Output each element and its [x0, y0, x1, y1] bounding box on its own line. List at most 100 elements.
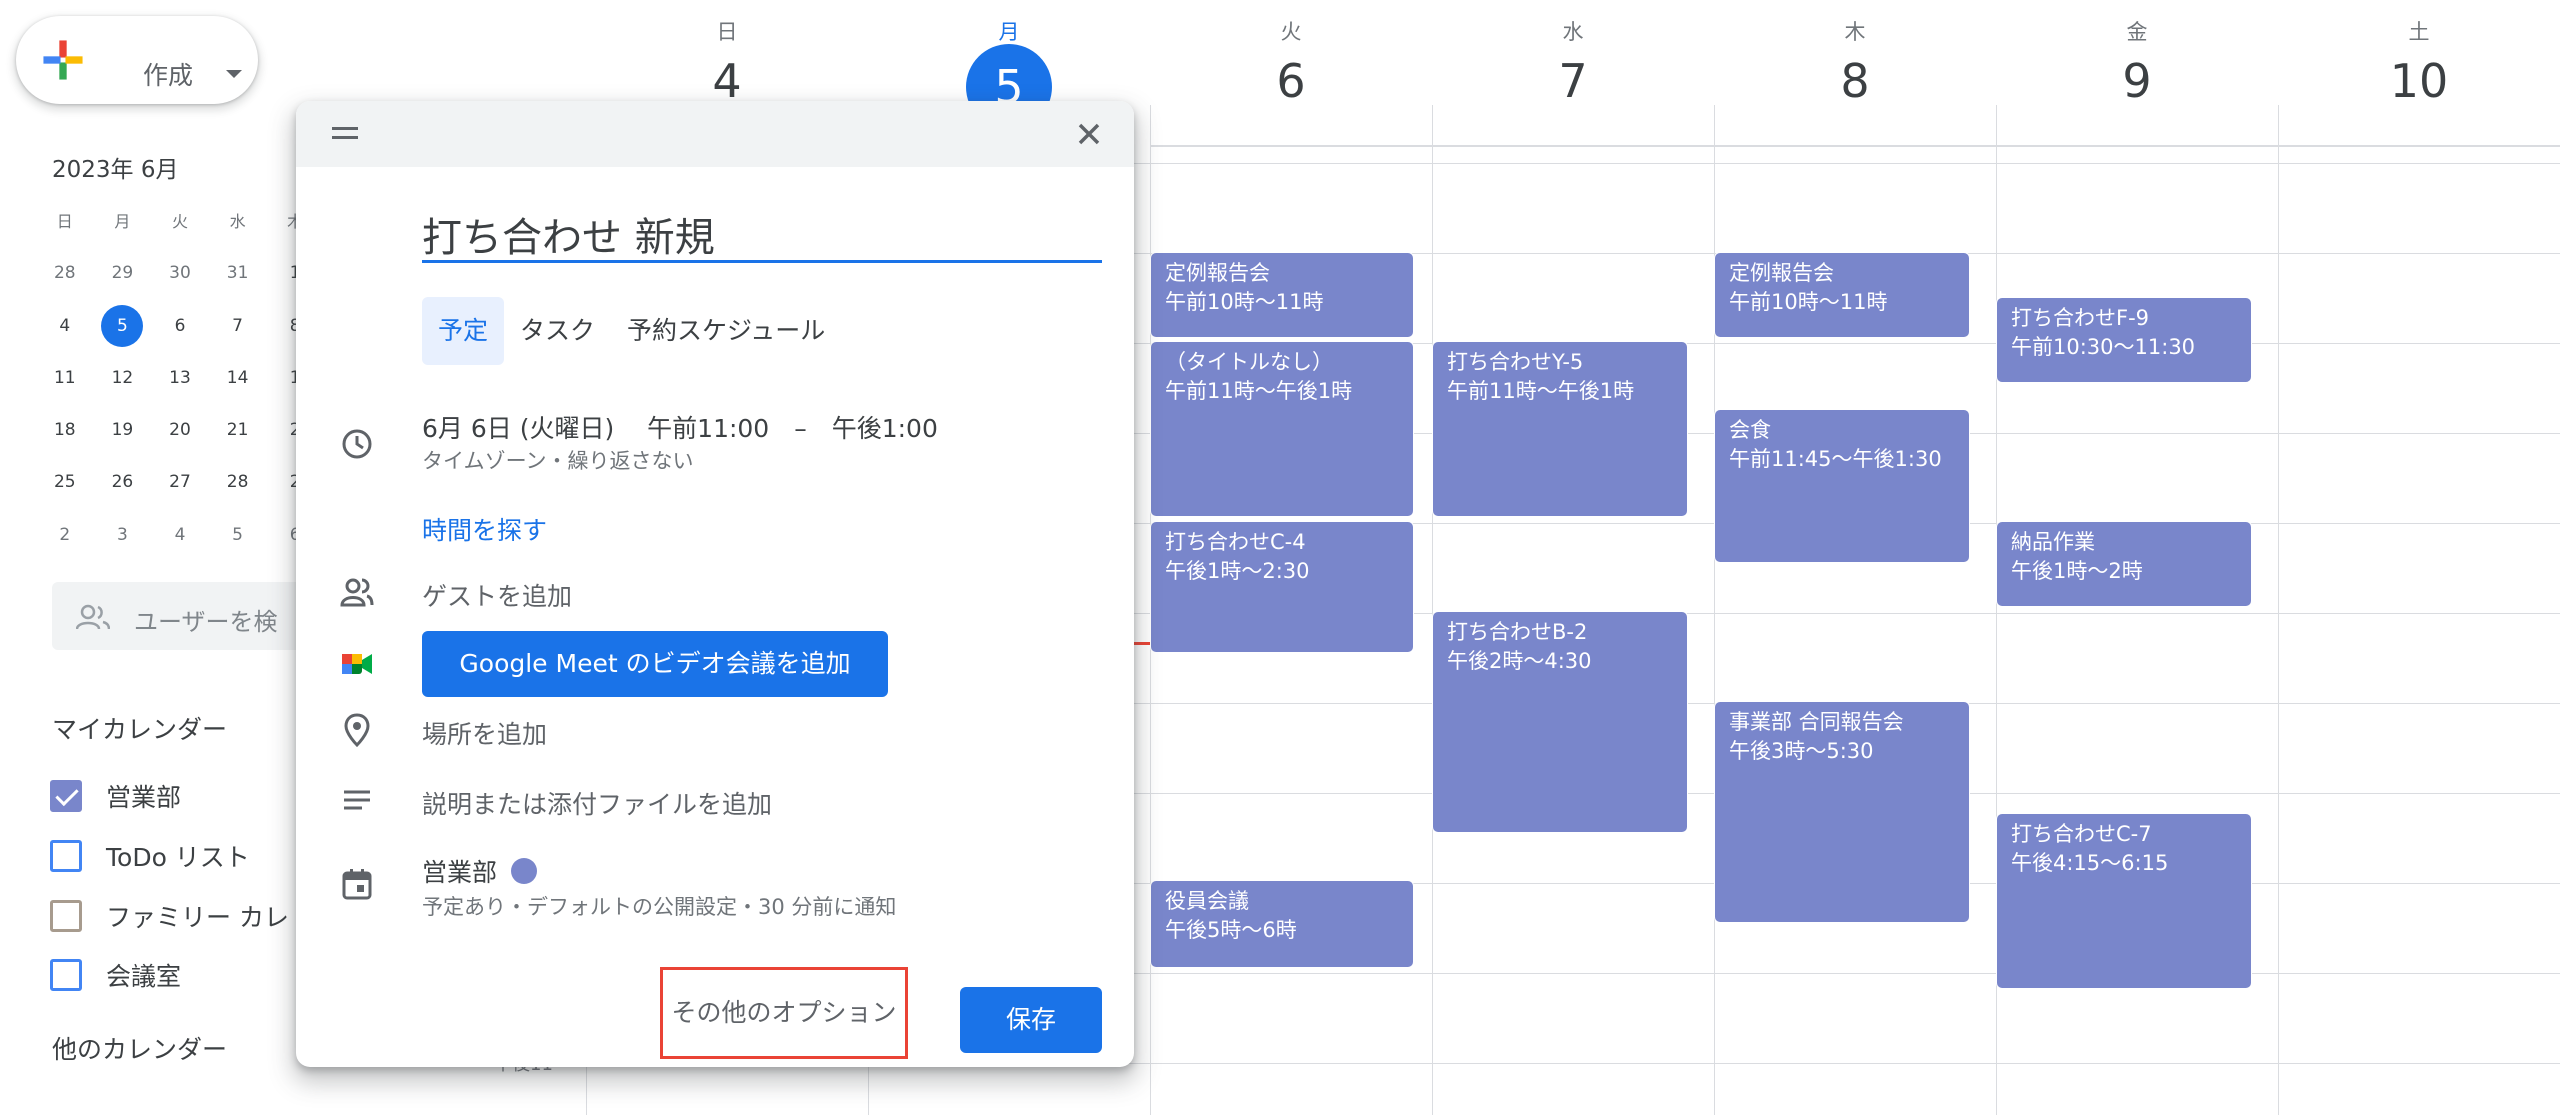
add-guests-field[interactable]: ゲストを追加 [422, 577, 572, 613]
day-column-divider [2278, 105, 2279, 1115]
mini-calendar-day[interactable]: 29 [94, 256, 152, 308]
other-calendars-title[interactable]: 他のカレンダー [52, 1030, 227, 1066]
google-meet-icon [342, 654, 372, 674]
mini-calendar-day[interactable]: 26 [94, 465, 152, 517]
day-header[interactable]: 日4 [586, 16, 868, 108]
calendar-color-dot [511, 858, 538, 884]
create-button[interactable]: 作成 [16, 16, 258, 104]
mini-calendar-day[interactable]: 27 [151, 465, 209, 517]
calendar-event[interactable]: 定例報告会 午前10時〜11時 [1150, 252, 1414, 338]
mini-calendar-day[interactable]: 3 [94, 518, 152, 570]
calendar-checkbox[interactable] [50, 780, 82, 812]
mini-calendar-day[interactable]: 19 [94, 413, 152, 465]
event-title: 打ち合わせC-7 [2011, 822, 2152, 846]
mini-calendar-week: 111213141 [36, 361, 326, 413]
mini-calendar-day[interactable]: 4 [151, 518, 209, 570]
calendar-list-item[interactable]: 会議室 [50, 955, 181, 995]
find-time-link[interactable]: 時間を探す [422, 511, 547, 547]
event-time: 午後1時〜2時 [2011, 559, 2143, 583]
event-calendar-selector[interactable]: 営業部 [422, 853, 538, 889]
day-number[interactable]: 7 [1432, 54, 1714, 108]
add-location-field[interactable]: 場所を追加 [422, 715, 547, 751]
calendar-checkbox[interactable] [50, 959, 82, 991]
mini-calendar-day[interactable]: 18 [36, 413, 94, 465]
mini-calendar-day[interactable]: 12 [94, 361, 152, 413]
dialog-drag-bar[interactable] [296, 101, 1134, 167]
day-header[interactable]: 火6 [1150, 16, 1432, 108]
day-number[interactable]: 6 [1150, 54, 1432, 108]
calendar-event[interactable]: 打ち合わせC-7 午後4:15〜6:15 [1996, 813, 2252, 989]
mini-calendar-day[interactable]: 21 [209, 413, 267, 465]
add-description-field[interactable]: 説明または添付ファイルを追加 [422, 785, 772, 821]
mini-calendar-day[interactable]: 25 [36, 465, 94, 517]
calendar-list-item[interactable]: ToDo リスト [50, 836, 250, 876]
add-google-meet-button[interactable]: Google Meet のビデオ会議を追加 [422, 631, 888, 697]
mini-calendar-day[interactable]: 30 [151, 256, 209, 308]
calendar-checkbox[interactable] [50, 840, 82, 872]
mini-calendar-day[interactable]: 6 [151, 309, 209, 361]
day-number[interactable]: 8 [1714, 54, 1996, 108]
create-label: 作成 [143, 61, 194, 90]
mini-calendar-week: 252627282 [36, 465, 326, 517]
mini-calendar-day[interactable]: 31 [209, 256, 267, 308]
mini-calendar-day[interactable]: 28 [36, 256, 94, 308]
calendar-list-label: 会議室 [106, 962, 182, 991]
event-title: 打ち合わせF-9 [2011, 306, 2150, 330]
event-title-input[interactable]: 打ち合わせ 新規 [422, 197, 1102, 263]
calendar-event[interactable]: 定例報告会 午前10時〜11時 [1714, 252, 1970, 338]
current-time-indicator [1133, 642, 1150, 645]
mini-calendar-day[interactable]: 28 [209, 465, 267, 517]
drag-handle-icon[interactable] [332, 127, 358, 139]
day-header[interactable]: 土 10 [2278, 16, 2560, 108]
calendar-event[interactable]: 納品作業 午後1時〜2時 [1996, 521, 2252, 607]
calendar-event[interactable]: （タイトルなし） 午前11時〜午後1時 [1150, 341, 1414, 517]
day-of-week: 金 [2126, 20, 2148, 44]
calendar-list-label: ファミリー カレ [106, 903, 289, 932]
mini-calendar-day[interactable]: 5 [209, 518, 267, 570]
tab-appointment-schedule[interactable]: 予約スケジュール [611, 297, 841, 365]
event-datetime[interactable]: 6月 6日 (火曜日) 午前11:00 – 午後1:00 [422, 409, 938, 445]
calendar-list-item[interactable]: ファミリー カレ [50, 896, 289, 936]
mini-calendar-day[interactable]: 4 [36, 309, 94, 361]
day-number[interactable]: 10 [2278, 54, 2560, 108]
mini-calendar-today: 5 [101, 304, 144, 347]
tab-event[interactable]: 予定 [422, 297, 505, 365]
day-header[interactable]: 水7 [1432, 16, 1714, 108]
event-calendar-details[interactable]: 予定あり・デフォルトの公開設定・30 分前に通知 [422, 891, 896, 921]
mini-calendar-day[interactable]: 11 [36, 361, 94, 413]
mini-calendar-day[interactable]: 2 [36, 518, 94, 570]
day-column-divider [1432, 105, 1433, 1115]
calendar-event[interactable]: 事業部 合同報告会 午後3時〜5:30 [1714, 701, 1970, 923]
day-number[interactable]: 9 [1996, 54, 2278, 108]
mini-calendar-day[interactable]: 13 [151, 361, 209, 413]
day-of-week: 月 [998, 20, 1020, 44]
calendar-event[interactable]: 打ち合わせC-4 午後1時〜2:30 [1150, 521, 1414, 653]
event-title: 事業部 合同報告会 [1729, 710, 1904, 734]
calendar-list-item[interactable]: 営業部 [50, 776, 181, 816]
day-of-week: 土 [2408, 20, 2430, 44]
event-title: （タイトルなし） [1165, 350, 1333, 374]
tab-task[interactable]: タスク [504, 297, 611, 365]
calendar-event[interactable]: 役員会議 午後5時〜6時 [1150, 880, 1414, 968]
calendar-event[interactable]: 打ち合わせB-2 午後2時〜4:30 [1432, 611, 1688, 833]
mini-calendar-week: 181920212 [36, 413, 326, 465]
calendar-event[interactable]: 打ち合わせF-9 午前10:30〜11:30 [1996, 297, 2252, 383]
calendar-checkbox[interactable] [50, 900, 82, 932]
close-icon[interactable] [1070, 115, 1108, 153]
calendar-event[interactable]: 会食 午前11:45〜午後1:30 [1714, 409, 1970, 563]
timezone-repeat-info[interactable]: タイムゾーン・繰り返さない [422, 445, 694, 475]
day-number[interactable]: 4 [586, 54, 868, 108]
save-button[interactable]: 保存 [960, 987, 1102, 1053]
mini-calendar-day[interactable]: 20 [151, 413, 209, 465]
my-calendars-title[interactable]: マイカレンダー [52, 710, 227, 746]
calendar-event[interactable]: 打ち合わせY-5 午前11時〜午後1時 [1432, 341, 1688, 517]
mini-calendar-week: 45678 [36, 304, 326, 361]
day-header[interactable]: 金9 [1996, 16, 2278, 108]
mini-calendar-day[interactable]: 5 [94, 304, 152, 361]
event-time: 午前11時〜午後1時 [1447, 379, 1635, 403]
event-title: 打ち合わせC-4 [1165, 530, 1306, 554]
mini-calendar-day[interactable]: 14 [209, 361, 267, 413]
more-options-button[interactable]: その他のオプション [660, 967, 908, 1059]
day-header[interactable]: 木8 [1714, 16, 1996, 108]
mini-calendar-day[interactable]: 7 [209, 309, 267, 361]
